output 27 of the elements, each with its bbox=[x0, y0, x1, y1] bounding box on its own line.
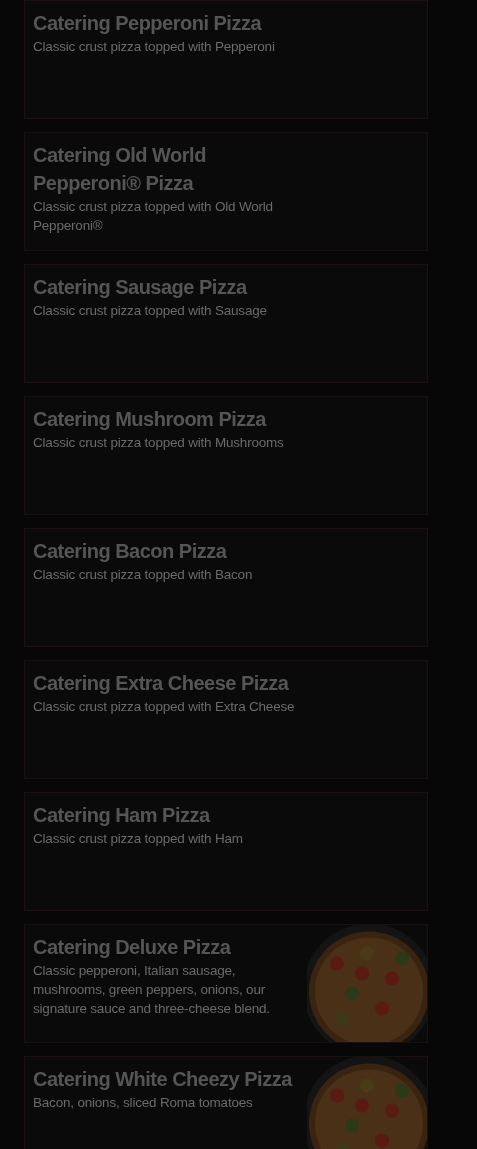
item-title: Catering Ham Pizza bbox=[33, 803, 212, 828]
item-title: Catering Bacon Pizza bbox=[33, 539, 228, 564]
menu-card[interactable]: Catering Sausage Pizza Classic crust pizza topped with Sausage bbox=[24, 264, 428, 383]
menu-card[interactable]: Catering Extra Cheese Pizza Classic crust pizza topped with Extra Cheese bbox=[24, 660, 428, 779]
item-description: Classic crust pizza topped with Pepperoni bbox=[33, 38, 276, 56]
item-title: Catering Deluxe Pizza bbox=[33, 935, 232, 960]
item-description: Classic crust pizza topped with Mushrooms bbox=[33, 434, 285, 452]
menu-card[interactable]: Catering Bacon Pizza Classic crust pizza topped with Bacon bbox=[24, 528, 428, 647]
item-description: Bacon, onions, sliced Roma tomatoes bbox=[33, 1094, 254, 1112]
item-description: Classic crust pizza topped with Extra Cheese bbox=[33, 698, 295, 716]
item-description: Classic crust pizza topped with Ham bbox=[33, 830, 244, 848]
item-description: Classic pepperoni, Italian sausage, mushrooms, green peppers, onions, our signature sauce and three-cheese blend. bbox=[33, 962, 271, 1018]
item-description: Classic crust pizza topped with Old World Pepperoni® bbox=[33, 198, 274, 235]
item-title: Catering Pepperoni Pizza bbox=[33, 11, 263, 36]
item-title: Catering White Cheezy Pizza bbox=[33, 1067, 294, 1092]
menu-card[interactable]: Catering White Cheezy Pizza Bacon, onions, sliced Roma tomatoes bbox=[24, 1056, 428, 1149]
item-title: Catering Old World Pepperoni® Pizza bbox=[33, 143, 207, 196]
item-description: Classic crust pizza topped with Bacon bbox=[33, 566, 254, 584]
menu-card[interactable]: Catering Mushroom Pizza Classic crust pizza topped with Mushrooms bbox=[24, 396, 428, 515]
menu-card[interactable]: Catering Deluxe Pizza Classic pepperoni, Italian sausage, mushrooms, green peppers, onions, our signature sauce and three-cheese blend. bbox=[24, 924, 428, 1043]
menu-card[interactable]: Catering Ham Pizza Classic crust pizza topped with Ham bbox=[24, 792, 428, 911]
item-description: Classic crust pizza topped with Sausage bbox=[33, 302, 268, 320]
item-title: Catering Extra Cheese Pizza bbox=[33, 671, 290, 696]
menu-card[interactable]: Catering Pepperoni Pizza Classic crust pizza topped with Pepperoni bbox=[24, 0, 428, 119]
menu-card[interactable]: Catering Old World Pepperoni® Pizza Classic crust pizza topped with Old World Pepperoni® bbox=[24, 132, 428, 251]
item-title: Catering Sausage Pizza bbox=[33, 275, 249, 300]
item-title: Catering Mushroom Pizza bbox=[33, 407, 268, 432]
